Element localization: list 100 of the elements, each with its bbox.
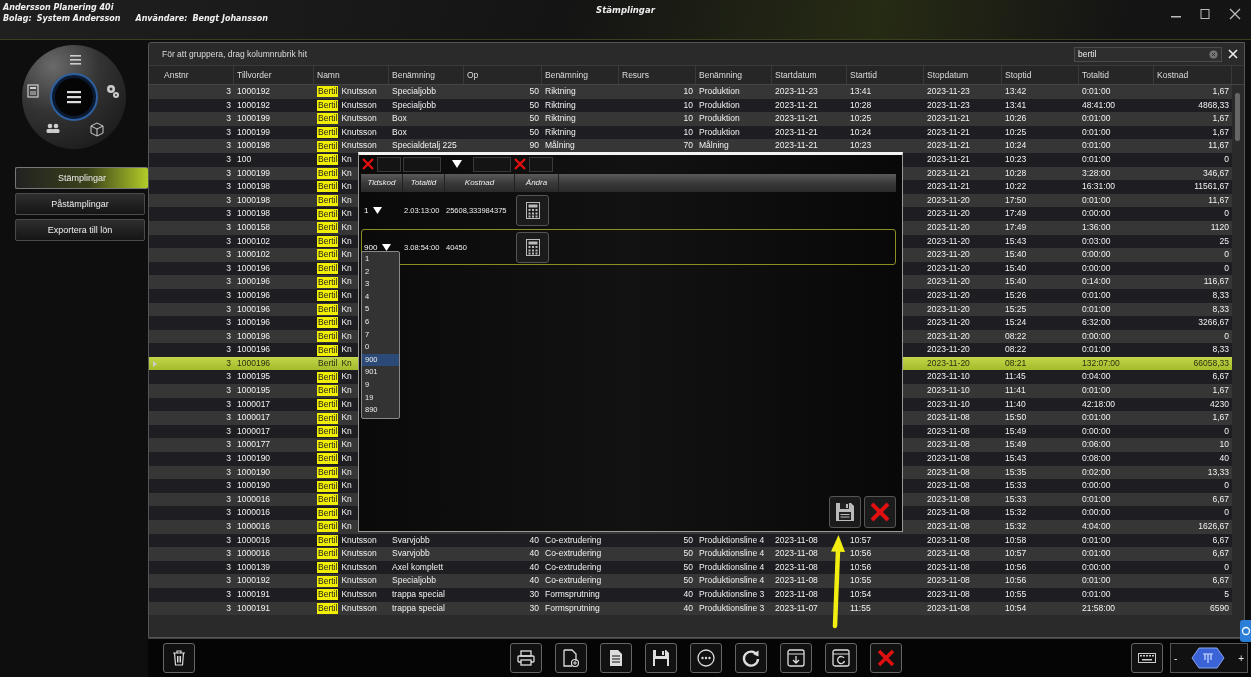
table-cell: 0:01:00 [1082, 411, 1111, 425]
table-cell-text: 0:01:00 [1082, 152, 1111, 166]
table-cell-text: 1000016 [237, 520, 271, 533]
table-cell-text: 0 [1224, 424, 1229, 438]
table-cell: 2023-11-20 [927, 316, 970, 330]
table-cell-text: 1000102 [237, 234, 271, 248]
table-cell-text: 2023-11-20 [927, 302, 970, 316]
table-cell: Svarvjobb [392, 547, 430, 561]
table-cell-text: 1000198 [237, 193, 271, 207]
name-match: Bertil [317, 412, 339, 424]
table-cell: 10:26 [1005, 112, 1027, 126]
table-cell: 0:14:00 [1082, 275, 1111, 289]
table-cell-text: 3 [226, 560, 231, 574]
table-cell-text: 0:01:00 [1082, 533, 1111, 547]
table-cell: Målning [545, 139, 575, 153]
name-match: Bertil [317, 344, 339, 356]
table-cell-text: 3 [226, 533, 231, 547]
table-cell-text: 2023-11-20 [927, 356, 970, 370]
table-cell: 3 [226, 180, 231, 194]
table-cell-text: Produktionsline 3 [699, 601, 765, 615]
table-cell-text: 1000017 [237, 397, 271, 411]
table-cell-text: 3 [226, 98, 231, 112]
table-cell-text: 0:00:00 [1082, 560, 1111, 574]
table-cell: 11,67 [1208, 139, 1229, 153]
table-cell-text: 40 [529, 533, 539, 547]
table-cell: 50 [683, 574, 693, 588]
table-cell-text: 08:22 [1005, 329, 1027, 343]
table-cell-text: 10:23 [1005, 152, 1027, 166]
table-cell: 2023-11-20 [927, 248, 970, 262]
table-cell: 0 [1224, 479, 1229, 493]
table-cell-text: 6,67 [1212, 533, 1229, 547]
table-cell-text: Svarvjobb [392, 533, 430, 547]
table-cell-text: Knutsson [341, 533, 377, 547]
name-match: Bertil [317, 263, 339, 274]
table-cell-text: 100 [237, 152, 252, 166]
table-cell-text: 10:54 [850, 587, 872, 601]
table-cell-text: 0:02:00 [1082, 465, 1111, 479]
table-cell: 40 [529, 574, 539, 588]
table-cell-text: 40 [683, 601, 693, 615]
table-cell: 1000016 [237, 547, 271, 561]
table-cell: Knutsson [341, 112, 377, 126]
table-cell-text: Knutsson [341, 85, 377, 98]
name-match: Bertil [317, 521, 339, 533]
name-match: Bertil [317, 589, 339, 601]
table-cell: 116,67 [1203, 275, 1229, 289]
table-cell-text: 10:54 [1005, 601, 1027, 615]
table-cell-text: 11:45 [1005, 370, 1026, 384]
table-cell-text: 10:57 [850, 533, 872, 547]
table-cell-text: Kn [341, 152, 352, 166]
table-cell-text: 2023-11-23 [775, 85, 818, 98]
table-cell: 2023-11-21 [775, 139, 818, 153]
table-cell-text: 2023-11-08 [927, 601, 970, 615]
table-cell-text: 2023-11-23 [927, 98, 970, 112]
table-cell: 0 [1224, 207, 1229, 221]
table-cell-text: 3 [226, 193, 231, 207]
table-cell-text: Produktion [699, 85, 740, 98]
table-cell-text: 3 [226, 125, 231, 139]
table-cell-text: 2023-11-20 [927, 220, 970, 234]
table-cell-text: 2023-11-07 [775, 601, 818, 615]
name-match: Bertil [317, 453, 339, 465]
table-cell-text: 50 [683, 560, 693, 574]
company-name: System Andersson [36, 14, 121, 23]
table-cell-text: 17:50 [1005, 193, 1027, 207]
name-match: Bertil [317, 99, 339, 111]
table-cell: 50 [529, 112, 539, 126]
table-cell-text: 0:03:00 [1082, 234, 1111, 248]
table-cell: 1000198 [237, 139, 271, 153]
table-cell: 2023-11-20 [927, 343, 970, 357]
table-cell-text: Kn [341, 465, 352, 479]
table-cell-text: 3 [226, 166, 231, 180]
name-match: Bertil [317, 317, 339, 329]
table-cell-text: 15:25 [1005, 302, 1027, 316]
table-cell-text: 1000139 [237, 560, 271, 574]
table-cell-text: 3 [226, 234, 231, 248]
table-cell: 3 [226, 248, 231, 262]
table-cell-text: 1000199 [237, 125, 271, 139]
table-cell-text: Knutsson [341, 587, 377, 601]
table-cell: 3 [226, 139, 231, 153]
table-cell-text: 15:49 [1005, 438, 1027, 452]
table-cell-text: 3 [226, 465, 231, 479]
table-cell: 1000196 [237, 343, 271, 357]
table-cell-text: Specialjobb [392, 98, 436, 112]
name-match: Bertil [317, 181, 339, 193]
table-cell-text: 0 [1224, 261, 1229, 275]
table-cell-text: 0:00:00 [1082, 329, 1111, 343]
table-cell-text: Produktion [699, 125, 740, 139]
table-cell-text: 1,67 [1212, 125, 1229, 139]
table-cell-text: 2023-11-10 [927, 370, 970, 384]
table-cell: 2023-11-08 [927, 506, 970, 520]
name-match: Bertil [317, 290, 339, 302]
table-cell: 10:23 [850, 139, 872, 153]
table-cell-text: Co-extrudering [545, 533, 602, 547]
name-match: Bertil [317, 235, 339, 247]
table-cell-text: 4230 [1210, 397, 1229, 411]
table-cell-text: 66058,33 [1193, 356, 1229, 370]
table-cell-text: 3 [226, 152, 231, 166]
table-cell: 0:01:00 [1082, 343, 1111, 357]
table-cell-text: 40 [683, 587, 693, 601]
group-hint: För att gruppera, drag kolumnrubrik hit [161, 49, 308, 59]
table-cell-text: Knutsson [341, 125, 377, 139]
